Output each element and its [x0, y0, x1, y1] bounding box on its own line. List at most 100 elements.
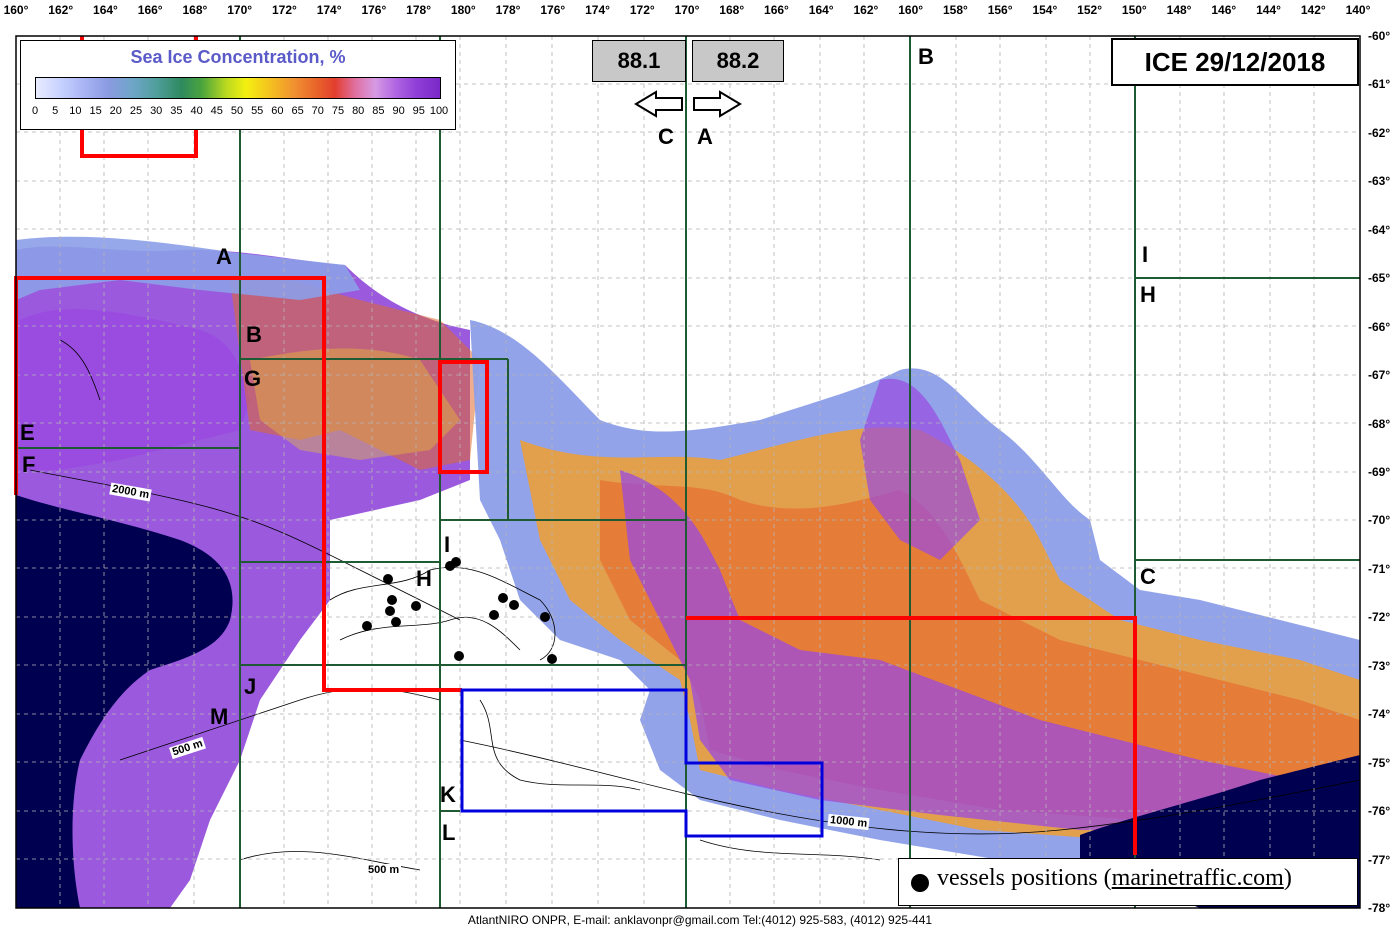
vessel-marker: [540, 612, 550, 622]
latitude-tick-label: -65°: [1368, 271, 1391, 286]
sector-label-e: E: [20, 420, 35, 445]
vessel-marker: [489, 610, 499, 620]
latitude-tick-label: -68°: [1368, 416, 1391, 431]
value-box-right: 88.2: [692, 40, 784, 82]
sector-label-f: F: [22, 452, 36, 477]
vessel-marker: [383, 574, 393, 584]
sector-label-j: J: [244, 674, 257, 699]
latitude-tick-label: -74°: [1368, 707, 1391, 722]
sector-label-b: B: [246, 322, 262, 347]
vessel-dot-icon: [911, 874, 929, 892]
legend-tick-label: 30: [150, 105, 163, 117]
footer-contact: AtlantNIRO ONPR, E-mail: anklavonpr@gmai…: [467, 913, 933, 927]
marinetraffic-link[interactable]: marinetraffic.com: [1112, 865, 1284, 891]
latitude-tick-label: -77°: [1368, 852, 1391, 867]
latitude-tick-label: -61°: [1368, 77, 1391, 92]
legend-tick-label: 90: [392, 105, 405, 117]
vessel-marker: [385, 606, 395, 616]
latitude-tick-label: -64°: [1368, 222, 1391, 237]
longitude-tick-label: 168°: [182, 3, 208, 17]
legend-tick-label: 55: [251, 105, 264, 117]
longitude-tick-label: 162°: [853, 3, 879, 17]
longitude-tick-label: 176°: [361, 3, 387, 17]
legend: Sea Ice Concentration, % 0 5 10 15 20 25 30 35 4…: [20, 40, 456, 130]
vessel-marker: [509, 600, 519, 610]
latitude-tick-label: -75°: [1368, 755, 1391, 770]
legend-tick-label: 80: [352, 105, 365, 117]
latitude-tick-label: -76°: [1368, 804, 1391, 819]
legend-tick-label: 60: [271, 105, 284, 117]
sector-label-h: H: [416, 566, 432, 591]
longitude-tick-label: 156°: [987, 3, 1013, 17]
sector-label-b-east: B: [918, 44, 934, 69]
longitude-tick-label: 164°: [93, 3, 118, 17]
legend-tick-label: 0: [31, 105, 39, 117]
legend-tick-label: 10: [69, 105, 82, 117]
longitude-tick-label: 140°: [1345, 3, 1371, 17]
longitude-tick-label: 150°: [1121, 3, 1147, 17]
sector-label-a: A: [216, 244, 232, 269]
longitude-tick-label: 164°: [808, 3, 834, 17]
longitude-tick-label: 160°: [898, 3, 924, 17]
vessel-marker: [454, 651, 464, 661]
legend-tick-label: 65: [291, 105, 304, 117]
sector-label-i: I: [444, 532, 451, 557]
longitude-tick-label: 144°: [1256, 3, 1281, 17]
longitude-tick-label: 174°: [585, 3, 610, 17]
legend-tick-label: 85: [372, 105, 385, 117]
legend-tick-label: 25: [129, 105, 143, 117]
legend-tick-label: 70: [311, 105, 324, 117]
latitude-tick-label: -60°: [1368, 29, 1391, 43]
longitude-tick-label: 162°: [48, 3, 74, 17]
legend-ticks: 0 5 10 15 20 25 30 35 40 45 50 55 60 65 70 75 80 85 90 95 10…: [31, 105, 448, 121]
vessel-marker: [498, 593, 508, 603]
legend-color-bar: [35, 77, 441, 99]
longitude-tick-label: 166°: [137, 3, 163, 17]
sector-label-l: L: [442, 820, 456, 845]
latitude-tick-label: -71°: [1368, 561, 1391, 576]
longitude-tick-label: 172°: [629, 3, 655, 17]
longitude-tick-label: 174°: [316, 3, 342, 17]
longitude-tick-label: 152°: [1077, 3, 1103, 17]
longitude-tick-label: 158°: [942, 3, 968, 17]
value-box-left: 88.1: [592, 40, 686, 82]
legend-tick-label: 5: [52, 105, 59, 117]
legend-tick-label: 15: [89, 105, 102, 117]
legend-tick-label: 95: [412, 105, 425, 117]
latitude-tick-label: -62°: [1368, 125, 1391, 140]
longitude-tick-label: 178°: [495, 3, 521, 17]
latitude-tick-label: -69°: [1368, 465, 1391, 479]
arrow-letter-left: C: [658, 124, 674, 149]
contour-label-500-b: 500 m: [366, 864, 402, 876]
latitude-tick-label: -70°: [1368, 513, 1391, 528]
longitude-tick-label: 166°: [764, 3, 789, 17]
vessel-marker: [411, 601, 421, 611]
longitude-tick-label: 178°: [406, 3, 432, 17]
vessel-marker: [387, 595, 397, 605]
longitude-tick-label: 176°: [540, 3, 566, 17]
legend-tick-label: 75: [331, 105, 345, 117]
vessel-marker: [362, 621, 372, 631]
latitude-tick-label: -63°: [1368, 174, 1391, 189]
sector-label-c-east: C: [1140, 564, 1156, 589]
sector-label-m: M: [210, 704, 229, 729]
legend-tick-label: 35: [170, 105, 183, 117]
vessel-legend-text: vessels positions (marinetraffic.com): [937, 865, 1292, 891]
legend-tick-label: 20: [109, 105, 122, 117]
longitude-tick-label: 170°: [674, 3, 700, 17]
legend-tick-label: 45: [210, 105, 223, 117]
legend-tick-label: 40: [190, 105, 203, 117]
sector-label-k: K: [440, 782, 456, 807]
longitude-tick-label: 170°: [227, 3, 253, 17]
longitude-tick-label: 146°: [1211, 3, 1237, 17]
latitude-tick-label: -72°: [1368, 610, 1391, 625]
latitude-tick-label: -73°: [1368, 658, 1391, 673]
longitude-tick-label: 148°: [1166, 3, 1192, 17]
longitude-tick-label: 154°: [1032, 3, 1058, 17]
longitude-tick-label: 168°: [719, 3, 745, 17]
date-label: ICE 29/12/2018: [1111, 38, 1359, 86]
longitude-tick-label: 172°: [271, 3, 297, 17]
longitude-tick-label: 142°: [1300, 3, 1326, 17]
vessel-marker: [547, 654, 557, 664]
sector-label-i-east: I: [1142, 242, 1149, 267]
